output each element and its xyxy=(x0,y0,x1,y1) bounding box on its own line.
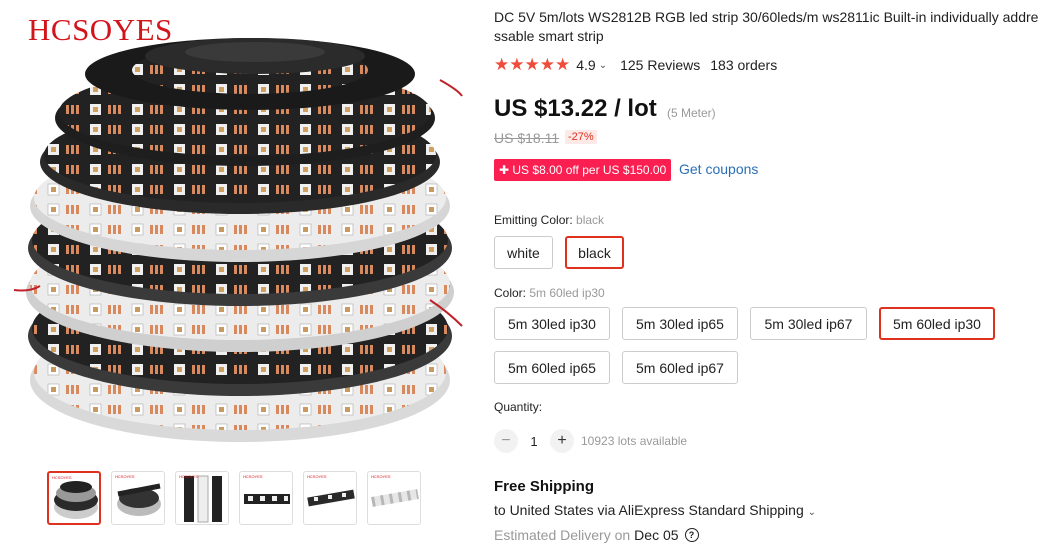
rating-value[interactable]: 4.9 xyxy=(576,57,595,73)
option-white[interactable]: white xyxy=(494,236,553,269)
quantity-stepper: − 1 + 10923 lots available xyxy=(494,428,687,454)
thumbnail-4[interactable]: HCSOYES xyxy=(239,471,293,525)
product-title: DC 5V 5m/lots WS2812B RGB led strip 30/6… xyxy=(494,9,1039,44)
option-5m-30led-ip30[interactable]: 5m 30led ip30 xyxy=(494,307,610,340)
led-strip-reels-illustration xyxy=(13,38,463,442)
thumbnail-brand: HCSOYES xyxy=(307,474,327,479)
thumbnail-2[interactable]: HCSOYES xyxy=(111,471,165,525)
delivery-label: Estimated Delivery on xyxy=(494,527,631,543)
get-coupons-link[interactable]: Get coupons xyxy=(679,161,758,177)
option-5m-60led-ip67[interactable]: 5m 60led ip67 xyxy=(622,351,738,384)
discount-badge: -27% xyxy=(565,130,597,144)
help-icon[interactable]: ? xyxy=(684,528,699,542)
star-rating: ★ ★ ★ ★ ★ xyxy=(494,55,570,75)
thumbnail-strip: HCSOYES HCSOYES HCSOYES HCSOYES HCSOYES … xyxy=(47,471,421,525)
star-icon: ★ xyxy=(555,55,570,74)
estimated-delivery: Estimated Delivery on Dec 05 ? xyxy=(494,527,699,543)
star-icon: ★ xyxy=(494,55,509,74)
reviews-link[interactable]: 125 Reviews xyxy=(620,57,700,73)
thumbnail-brand: HCSOYES xyxy=(179,474,199,479)
current-price: US $13.22 / lot xyxy=(494,95,657,122)
orders-count: 183 orders xyxy=(710,57,778,73)
main-product-image[interactable]: HCSOYES xyxy=(0,0,480,462)
chevron-down-icon: ⌄ xyxy=(807,507,817,518)
delivery-date: Dec 05 xyxy=(634,527,679,543)
emitting-color-label: Emitting Color: black xyxy=(494,213,605,227)
quantity-label: Quantity: xyxy=(494,400,543,414)
thumbnail-1[interactable]: HCSOYES xyxy=(47,471,101,525)
brand-watermark: HCSOYES xyxy=(28,12,173,47)
quantity-input[interactable]: 1 xyxy=(518,434,550,449)
thumbnail-6[interactable]: HCSOYES xyxy=(367,471,421,525)
option-5m-30led-ip65[interactable]: 5m 30led ip65 xyxy=(622,307,738,340)
original-price: US $18.11 xyxy=(494,130,560,146)
thumbnail-brand: HCSOYES xyxy=(371,474,391,479)
color-label: Color: 5m 60led ip30 xyxy=(494,286,605,300)
thumbnail-3[interactable]: HCSOYES xyxy=(175,471,229,525)
coupon-badge[interactable]: ✚ US $8.00 off per US $150.00 xyxy=(494,159,672,181)
option-5m-30led-ip67[interactable]: 5m 30led ip67 xyxy=(750,307,867,340)
thumbnail-brand: HCSOYES xyxy=(52,475,72,480)
shipping-destination[interactable]: to United States via AliExpress Standard… xyxy=(494,502,816,518)
shipping-title: Free Shipping xyxy=(494,478,595,495)
lots-available: 10923 lots available xyxy=(581,434,688,448)
price-unit: (5 Meter) xyxy=(667,106,716,120)
emitting-color-value: black xyxy=(576,213,605,227)
option-black[interactable]: black xyxy=(565,236,624,269)
chevron-down-icon[interactable]: ⌄ xyxy=(599,60,607,71)
rating-row: ★ ★ ★ ★ ★ 4.9 ⌄ 125 Reviews 183 orders xyxy=(494,55,778,75)
star-icon: ★ xyxy=(509,55,524,74)
thumbnail-brand: HCSOYES xyxy=(115,474,135,479)
plus-icon: ✚ xyxy=(499,163,513,177)
star-icon: ★ xyxy=(524,55,540,74)
increase-quantity-button[interactable]: + xyxy=(550,429,574,453)
option-5m-60led-ip65[interactable]: 5m 60led ip65 xyxy=(494,351,610,384)
thumbnail-5[interactable]: HCSOYES xyxy=(303,471,357,525)
color-value: 5m 60led ip30 xyxy=(529,286,605,300)
coupon-text: US $8.00 off per US $150.00 xyxy=(512,163,667,177)
option-5m-60led-ip30[interactable]: 5m 60led ip30 xyxy=(879,307,995,340)
decrease-quantity-button[interactable]: − xyxy=(494,429,518,453)
star-icon: ★ xyxy=(539,55,555,74)
thumbnail-brand: HCSOYES xyxy=(243,474,263,479)
